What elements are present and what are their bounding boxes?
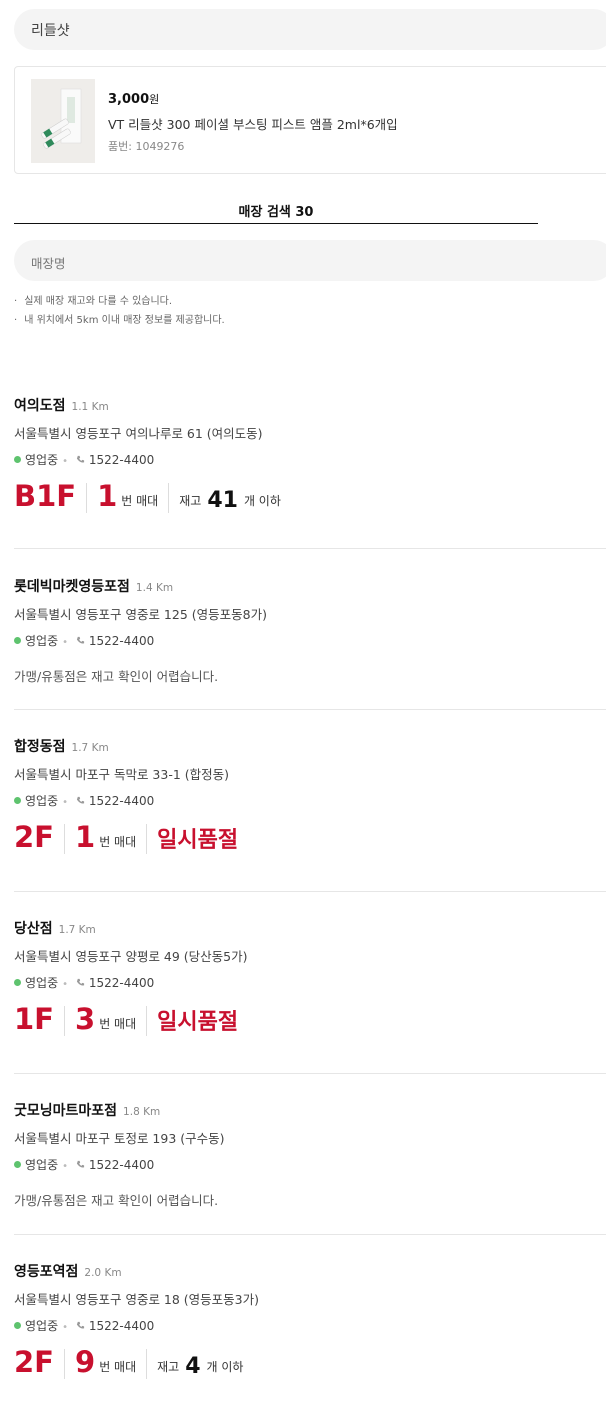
store-search-input[interactable]: 매장명	[14, 240, 606, 281]
open-dot-icon	[14, 456, 21, 463]
store-distance: 1.1 Km	[71, 401, 109, 413]
store-address: 서울특별시 영등포구 여의나루로 61 (여의도동)	[14, 426, 263, 441]
store-search-placeholder: 매장명	[31, 256, 66, 271]
divider	[14, 1234, 606, 1235]
phone-icon	[76, 796, 84, 804]
soldout-label: 일시품절	[157, 828, 239, 853]
store-name: 롯데빅마켓영등포점	[14, 579, 130, 595]
store-name: 영등포역점	[14, 1264, 79, 1280]
store-name: 굿모닝마트마포점	[14, 1103, 118, 1119]
aisle-number: 1	[97, 479, 118, 513]
aisle-number: 9	[75, 1345, 96, 1379]
open-dot-icon	[14, 797, 21, 804]
store-phone[interactable]: 1522-4400	[89, 794, 154, 808]
product-card[interactable]: 3,000원 VT 리들샷 300 페이셜 부스팅 피스트 앰플 2ml*6개입…	[14, 66, 606, 174]
phone-icon	[76, 1160, 84, 1168]
open-dot-icon	[14, 979, 21, 986]
notice-stock: · 실제 매장 재고와 다를 수 있습니다.	[14, 296, 173, 307]
open-dot-icon	[14, 1322, 21, 1329]
store-name: 당산점	[14, 921, 53, 937]
store-address: 서울특별시 영등포구 영중로 125 (영등포동8가)	[14, 607, 267, 622]
store-distance: 1.7 Km	[71, 742, 109, 754]
product-price: 3,000원	[108, 92, 160, 107]
store-status: 영업중 • 1522-4400	[14, 632, 154, 649]
floor-label: 2F	[14, 1345, 54, 1379]
store-status: 영업중 • 1522-4400	[14, 974, 154, 991]
store-phone[interactable]: 1522-4400	[89, 976, 154, 990]
product-thumbnail	[31, 79, 95, 163]
store-distance: 1.7 Km	[58, 924, 96, 936]
stock-info: 2F 9 번 매대 재고 4 개 이하	[14, 1345, 244, 1379]
tab-store-search[interactable]: 매장 검색 30	[14, 198, 538, 224]
aisle-number: 1	[75, 820, 96, 854]
phone-icon	[76, 1321, 84, 1329]
phone-icon	[76, 636, 84, 644]
store-name: 합정동점	[14, 739, 66, 755]
soldout-label: 일시품절	[157, 1010, 239, 1035]
store-address: 서울특별시 마포구 토정로 193 (구수동)	[14, 1131, 225, 1146]
store-phone[interactable]: 1522-4400	[89, 1158, 154, 1172]
product-code: 품번: 1049276	[108, 140, 185, 153]
store-status: 영업중 • 1522-4400	[14, 451, 154, 468]
franchise-notice: 가맹/유통점은 재고 확인이 어렵습니다.	[14, 669, 219, 684]
open-dot-icon	[14, 637, 21, 644]
stock-info: B1F 1 번 매대 재고 41 개 이하	[14, 479, 281, 513]
floor-label: B1F	[14, 479, 77, 513]
store-address: 서울특별시 영등포구 영중로 18 (영등포동3가)	[14, 1292, 260, 1307]
store-address: 서울특별시 영등포구 양평로 49 (당산동5가)	[14, 949, 248, 964]
divider	[14, 548, 606, 549]
product-name: VT 리들샷 300 페이셜 부스팅 피스트 앰플 2ml*6개입	[108, 117, 398, 132]
search-query: 리들샷	[31, 23, 70, 39]
divider	[14, 1073, 606, 1074]
floor-label: 2F	[14, 820, 54, 854]
open-dot-icon	[14, 1161, 21, 1168]
store-distance: 1.8 Km	[123, 1106, 161, 1118]
store-phone[interactable]: 1522-4400	[89, 634, 154, 648]
stock-info: 1F 3 번 매대 일시품절	[14, 1002, 239, 1036]
store-address: 서울특별시 마포구 독막로 33-1 (합정동)	[14, 767, 230, 782]
store-phone[interactable]: 1522-4400	[89, 1319, 154, 1333]
store-distance: 1.4 Km	[135, 582, 174, 594]
product-search-input[interactable]: 리들샷	[14, 9, 606, 50]
divider	[14, 709, 606, 710]
store-phone[interactable]: 1522-4400	[89, 453, 154, 467]
store-status: 영업중 • 1522-4400	[14, 792, 154, 809]
stock-count: 4	[185, 1354, 201, 1379]
aisle-number: 3	[75, 1002, 96, 1036]
store-name: 여의도점	[14, 398, 66, 414]
floor-label: 1F	[14, 1002, 54, 1036]
stock-info: 2F 1 번 매대 일시품절	[14, 820, 239, 854]
stock-count: 41	[207, 488, 238, 513]
phone-icon	[76, 978, 84, 986]
franchise-notice: 가맹/유통점은 재고 확인이 어렵습니다.	[14, 1193, 219, 1208]
divider	[14, 891, 606, 892]
store-status: 영업중 • 1522-4400	[14, 1156, 154, 1173]
notice-range: · 내 위치에서 5km 이내 매장 정보를 제공합니다.	[14, 315, 225, 326]
store-status: 영업중 • 1522-4400	[14, 1317, 154, 1334]
phone-icon	[76, 455, 84, 463]
store-distance: 2.0 Km	[84, 1267, 122, 1279]
